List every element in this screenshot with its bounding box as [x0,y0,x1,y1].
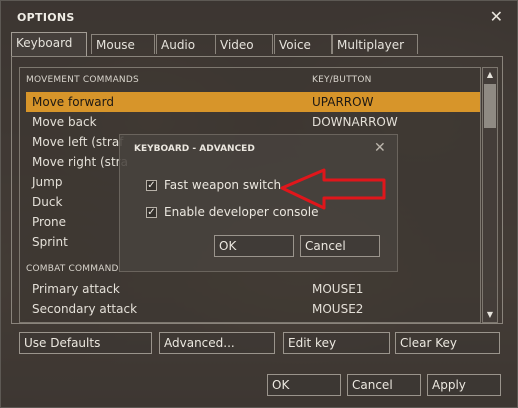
clear-key-button[interactable]: Clear Key [395,332,500,354]
header-key: KEY/BUTTON [312,75,372,85]
dialog-title: KEYBOARD - ADVANCED [134,144,255,154]
tab-voice[interactable]: Voice [274,34,332,54]
section-header-combat: COMBAT COMMAND [26,264,119,274]
scroll-thumb[interactable] [484,84,496,128]
list-header: MOVEMENT COMMANDS KEY/BUTTON [26,75,476,85]
tab-keyboard[interactable]: Keyboard [11,32,87,56]
dialog-ok-button[interactable]: OK [214,235,294,257]
list-item[interactable]: Secondary attack MOUSE2 [26,299,480,319]
fast-weapon-switch-label: Fast weapon switch [164,178,282,192]
tab-multiplayer[interactable]: Multiplayer [332,34,418,54]
list-scrollbar[interactable]: ▲ ▼ [482,67,498,323]
checkmark-icon[interactable]: ✓ [146,180,157,191]
close-icon[interactable]: ✕ [374,140,386,156]
use-defaults-button[interactable]: Use Defaults [19,332,152,354]
list-item[interactable]: Primary attack MOUSE1 [26,279,480,299]
arrow-up-icon[interactable]: ▲ [483,68,497,82]
arrow-down-icon[interactable]: ▼ [483,308,497,322]
edit-key-button[interactable]: Edit key [283,332,390,354]
window-title: OPTIONS [17,11,75,24]
list-item[interactable]: Move back DOWNARROW [26,112,480,132]
tab-mouse[interactable]: Mouse [91,34,155,54]
header-action: MOVEMENT COMMANDS [26,75,139,85]
annotation-arrow-icon [280,168,386,210]
cancel-button[interactable]: Cancel [347,374,421,396]
close-icon[interactable]: ✕ [490,7,503,26]
checkmark-icon[interactable]: ✓ [146,207,157,218]
list-item[interactable]: Move forward UPARROW [26,92,480,112]
advanced-button[interactable]: Advanced... [159,332,275,354]
tab-video[interactable]: Video [215,34,273,54]
ok-button[interactable]: OK [267,374,341,396]
tab-audio[interactable]: Audio [156,34,216,54]
dialog-cancel-button[interactable]: Cancel [300,235,380,257]
apply-button[interactable]: Apply [427,374,501,396]
